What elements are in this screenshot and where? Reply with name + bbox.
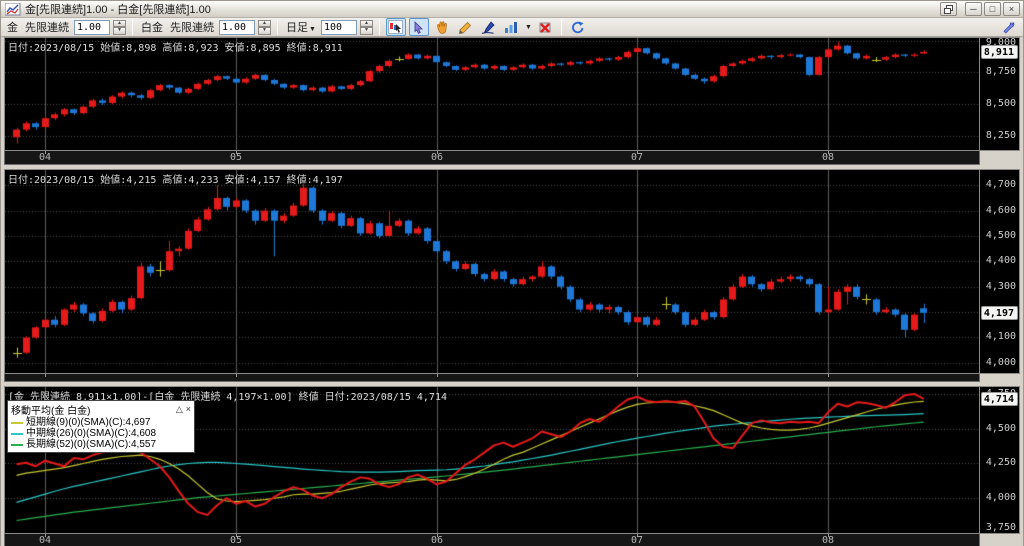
gold-time-axis[interactable]: 04 05 06 07 08: [4, 151, 980, 165]
minimize-button[interactable]: ─: [965, 2, 982, 16]
chevron-down-icon: ▼: [309, 26, 316, 33]
float-window-button[interactable]: [940, 2, 957, 16]
spread-plot: [金 先限連続 8,911×1.00]-[白金 先限連続 4,197×1.00]…: [4, 386, 980, 534]
platinum-last-price-tag: 4,197: [981, 306, 1018, 320]
toolbar-separator: [132, 19, 133, 35]
symbol1-series-label: 先限連続: [23, 19, 71, 35]
window-title: 金[先限連続]1.00 - 白金[先限連続]1.00: [25, 1, 940, 17]
pointer-tool-button[interactable]: [409, 18, 429, 36]
axis-price-label: 8,250: [986, 131, 1016, 141]
time-axis-label: 05: [230, 152, 242, 163]
axis-price-label: 4,100: [986, 332, 1016, 342]
pencil-tool-button[interactable]: [455, 18, 475, 36]
gold-last-price-tag: 8,911: [981, 45, 1018, 59]
platinum-panel: 日付:2023/08/15 始値:4,215 高値:4,233 安値:4,157…: [4, 169, 1020, 374]
axis-price-label: 8,500: [986, 99, 1016, 109]
time-axis-tick: [828, 374, 829, 377]
symbol2-series-label: 先限連続: [168, 19, 216, 35]
chart-stack: 日付:2023/08/15 始値:8,898 高値:8,923 安値:8,895…: [1, 37, 1023, 546]
axis-price-label: 4,500: [986, 424, 1016, 434]
title-bar: 金[先限連続]1.00 - 白金[先限連続]1.00 ─ □ ×: [1, 1, 1023, 18]
axis-price-label: 4,250: [986, 458, 1016, 468]
settings-wrench-icon[interactable]: [999, 18, 1019, 36]
candle-cursor-tool-button[interactable]: [386, 18, 406, 36]
chart-app-icon: [5, 3, 21, 16]
time-axis-tick: [637, 374, 638, 377]
axis-price-label: 4,700: [986, 180, 1016, 190]
gold-panel: 日付:2023/08/15 始値:8,898 高値:8,923 安値:8,895…: [4, 37, 1020, 151]
legend-row-mid-ma: 中期線(26)(0)(SMA)(C):4,608: [11, 428, 191, 439]
time-axis-tick: [236, 374, 237, 377]
toolbar-separator: [379, 19, 380, 35]
toolbar-separator: [277, 19, 278, 35]
time-axis-tick: [437, 374, 438, 377]
platinum-info-line: 日付:2023/08/15 始値:4,215 高値:4,233 安値:4,157…: [8, 171, 343, 186]
indicator-dropdown-caret[interactable]: ▼: [525, 24, 532, 31]
time-axis-label: 05: [230, 535, 242, 546]
symbol1-ratio-stepper[interactable]: ▲▼: [113, 20, 126, 35]
gold-info-line: 日付:2023/08/15 始値:8,898 高値:8,923 安値:8,895…: [8, 39, 343, 54]
time-axis-tick: [45, 374, 46, 377]
platinum-plot: 日付:2023/08/15 始値:4,215 高値:4,233 安値:4,157…: [4, 169, 980, 374]
spread-last-price-tag: 4,714: [981, 392, 1018, 406]
symbol2-ratio-stepper[interactable]: ▲▼: [258, 20, 271, 35]
moving-average-legend: 移動平均(金 白金) △× 短期線(9)(0)(SMA)(C):4,697 中期…: [7, 400, 195, 453]
long-ma-swatch: [11, 444, 23, 446]
axis-price-label: 3,750: [986, 523, 1016, 533]
spread-time-axis[interactable]: 04 05 06 07 08: [4, 534, 980, 546]
gold-plot: 日付:2023/08/15 始値:8,898 高値:8,923 安値:8,895…: [4, 37, 980, 151]
time-axis-label: 07: [631, 535, 643, 546]
axis-price-label: 4,300: [986, 282, 1016, 292]
axis-price-label: 4,000: [986, 493, 1016, 503]
toolbar: 金 先限連続 ▲▼ 白金 先限連続 ▲▼ 日足▼ ▲▼ ▼: [1, 18, 1023, 37]
refresh-button[interactable]: [568, 18, 588, 36]
indicator-bars-button[interactable]: [501, 18, 521, 36]
axis-price-label: 4,600: [986, 206, 1016, 216]
app-window: 金[先限連続]1.00 - 白金[先限連続]1.00 ─ □ × 金 先限連続 …: [0, 0, 1024, 546]
period-dropdown[interactable]: 日足▼: [284, 19, 318, 35]
time-axis-label: 08: [822, 152, 834, 163]
time-axis-label: 04: [39, 152, 51, 163]
axis-price-label: 8,750: [986, 67, 1016, 77]
platinum-chart-canvas[interactable]: [5, 170, 979, 373]
bars-count-stepper[interactable]: ▲▼: [360, 20, 373, 35]
hand-tool-button[interactable]: [432, 18, 452, 36]
legend-row-short-ma: 短期線(9)(0)(SMA)(C):4,697: [11, 417, 191, 428]
symbol2-ratio-input[interactable]: [219, 20, 255, 35]
platinum-price-axis[interactable]: 4,197 4,700 4,600 4,500 4,400 4,300 4,100 4,00…: [980, 169, 1020, 374]
maximize-button[interactable]: □: [984, 2, 1001, 16]
axis-price-label: 4,000: [986, 358, 1016, 368]
bars-count-input[interactable]: [321, 20, 357, 35]
time-axis-label: 04: [39, 535, 51, 546]
spread-price-axis[interactable]: 4,714 4,7504,5004,2504,0003,750: [980, 386, 1020, 534]
platinum-time-axis[interactable]: [4, 374, 980, 382]
time-axis-label: 07: [631, 152, 643, 163]
time-axis-label: 06: [431, 152, 443, 163]
time-axis-label: 06: [431, 535, 443, 546]
time-axis-label: 08: [822, 535, 834, 546]
legend-title: 移動平均(金 白金): [11, 402, 90, 417]
legend-row-long-ma: 長期線(52)(0)(SMA)(C):4,557: [11, 439, 191, 450]
freehand-pen-tool-button[interactable]: [478, 18, 498, 36]
legend-collapse-icon[interactable]: △: [176, 404, 183, 414]
mid-ma-swatch: [11, 433, 23, 435]
delete-indicator-button[interactable]: [535, 18, 555, 36]
close-button[interactable]: ×: [1003, 2, 1020, 16]
symbol1-ratio-input[interactable]: [74, 20, 110, 35]
symbol2-label: 白金: [139, 19, 165, 35]
symbol1-label: 金: [5, 19, 20, 35]
gold-price-axis[interactable]: 8,911 9,0008,7508,5008,250: [980, 37, 1020, 151]
axis-price-label: 4,500: [986, 231, 1016, 241]
short-ma-swatch: [11, 422, 23, 424]
gold-chart-canvas[interactable]: [5, 38, 979, 150]
toolbar-separator: [561, 19, 562, 35]
legend-close-icon[interactable]: ×: [186, 404, 191, 414]
spread-panel: [金 先限連続 8,911×1.00]-[白金 先限連続 4,197×1.00]…: [4, 386, 1020, 534]
axis-price-label: 4,400: [986, 256, 1016, 266]
